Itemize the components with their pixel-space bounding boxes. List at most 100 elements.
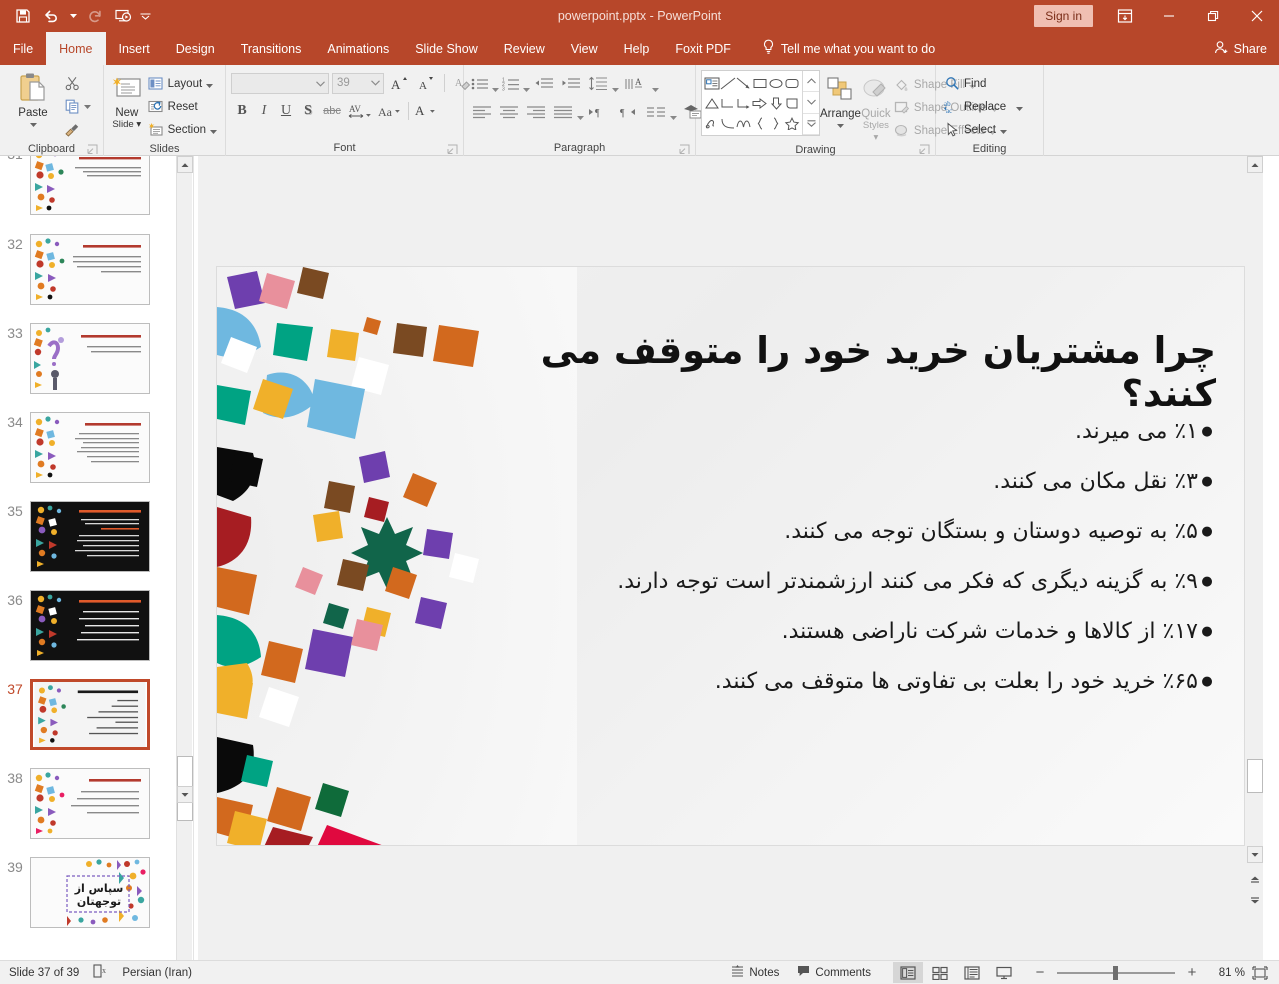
format-painter-button[interactable] bbox=[61, 118, 94, 141]
text-shadow-button[interactable]: S bbox=[297, 100, 319, 123]
thumbnail-slide-37[interactable] bbox=[30, 679, 150, 750]
thumbnail-slide-34[interactable] bbox=[30, 412, 150, 483]
thumbnail-pane-scrollbar[interactable] bbox=[176, 156, 192, 960]
zoom-slider[interactable] bbox=[1057, 972, 1175, 974]
select-button[interactable]: Select bbox=[941, 118, 1026, 141]
list-item[interactable]: 37 bbox=[0, 679, 176, 750]
slideshow-view-button[interactable] bbox=[989, 962, 1019, 983]
slide-bullet-1[interactable]: ● ٪۱ می میرند. bbox=[504, 417, 1216, 447]
sign-in-button[interactable]: Sign in bbox=[1034, 5, 1093, 27]
fit-slide-to-window-button[interactable] bbox=[1247, 966, 1273, 980]
list-item[interactable]: 38 bbox=[0, 768, 176, 839]
columns-button[interactable] bbox=[643, 100, 669, 123]
canvas-scroll-up-icon[interactable] bbox=[1247, 156, 1263, 173]
thumbnail-slide-33[interactable] bbox=[30, 323, 150, 394]
shape-arrow-icon[interactable] bbox=[736, 73, 752, 93]
slide-body-placeholder[interactable]: ● ٪۱ می میرند. ● ٪۳ نقل مکان می کنند. ● … bbox=[504, 417, 1216, 717]
shape-right-arrow-icon[interactable] bbox=[752, 93, 768, 113]
comments-button[interactable]: Comments bbox=[789, 962, 879, 984]
line-spacing-dropdown-icon[interactable] bbox=[612, 80, 619, 87]
slide-bullet-4[interactable]: ● ٪۹ به گزینه دیگری که فکر می کنند ارزشم… bbox=[504, 567, 1216, 597]
drawing-dialog-launcher[interactable] bbox=[919, 144, 930, 155]
reset-button[interactable]: Reset bbox=[145, 95, 220, 118]
numbering-button[interactable]: 123 bbox=[500, 72, 522, 95]
canvas-scrollbar[interactable] bbox=[1247, 156, 1263, 960]
list-item[interactable]: 39 سپاس از توجهت bbox=[0, 857, 176, 928]
slide-bullet-3[interactable]: ● ٪۵ به توصیه دوستان و بستگان توجه می کن… bbox=[504, 517, 1216, 547]
tab-transitions[interactable]: Transitions bbox=[228, 32, 315, 65]
normal-view-button[interactable] bbox=[893, 962, 923, 983]
paste-button[interactable]: Paste bbox=[5, 69, 61, 131]
thumbnail-slide-32[interactable] bbox=[30, 234, 150, 305]
list-item[interactable]: 34 bbox=[0, 412, 176, 483]
redo-icon[interactable] bbox=[82, 4, 108, 28]
clipboard-dialog-launcher[interactable] bbox=[87, 144, 98, 155]
undo-icon[interactable] bbox=[38, 4, 64, 28]
zoom-in-button[interactable]: + bbox=[1183, 964, 1201, 981]
thumbnail-slide-39[interactable]: سپاس از توجهتان bbox=[30, 857, 150, 928]
shape-flowchart-icon[interactable] bbox=[784, 93, 800, 113]
zoom-level[interactable]: 81 % bbox=[1203, 967, 1245, 979]
save-icon[interactable] bbox=[10, 4, 36, 28]
thumbnail-slide-35[interactable] bbox=[30, 501, 150, 572]
italic-button[interactable]: I bbox=[253, 100, 275, 123]
text-direction-dropdown-icon[interactable] bbox=[652, 80, 659, 87]
shape-down-arrow-icon[interactable] bbox=[768, 93, 784, 113]
slide-title-placeholder[interactable]: چرا مشتریان خرید خود را متوقف می کنند؟ bbox=[516, 329, 1216, 415]
strikethrough-button[interactable]: abc bbox=[319, 100, 345, 123]
list-item[interactable]: 33 bbox=[0, 323, 176, 394]
section-button[interactable]: Section bbox=[145, 118, 220, 141]
line-spacing-button[interactable] bbox=[585, 72, 611, 95]
shape-scribble-icon[interactable] bbox=[704, 113, 720, 133]
undo-dropdown-icon[interactable] bbox=[66, 4, 80, 28]
share-button[interactable]: Share bbox=[1214, 32, 1267, 65]
close-button[interactable] bbox=[1235, 0, 1279, 32]
shapes-gallery-scrollbar[interactable] bbox=[802, 71, 819, 135]
thumb-scroll-up-icon[interactable] bbox=[177, 156, 193, 173]
font-name-dropdown-icon[interactable] bbox=[316, 74, 325, 92]
increase-indent-button[interactable] bbox=[558, 72, 584, 95]
thumbnail-slide-36[interactable] bbox=[30, 590, 150, 661]
arrange-dropdown-icon[interactable] bbox=[837, 120, 844, 132]
layout-dropdown-icon[interactable] bbox=[206, 80, 213, 87]
thumbnail-slide-38[interactable] bbox=[30, 768, 150, 839]
justify-button[interactable] bbox=[550, 100, 576, 123]
shape-arc-icon[interactable] bbox=[736, 113, 752, 133]
shape-triangle-icon[interactable] bbox=[704, 93, 720, 113]
columns-dropdown-icon[interactable] bbox=[670, 108, 677, 115]
tab-help[interactable]: Help bbox=[611, 32, 663, 65]
select-dropdown-icon[interactable] bbox=[1000, 126, 1007, 133]
language-indicator[interactable]: Persian (Iran) bbox=[122, 967, 192, 979]
canvas-scrollbar-thumb[interactable] bbox=[1247, 759, 1263, 793]
arrange-button[interactable]: Arrange bbox=[820, 70, 861, 132]
start-slideshow-icon[interactable] bbox=[110, 4, 136, 28]
font-name-input[interactable] bbox=[231, 73, 329, 94]
align-right-button[interactable] bbox=[523, 100, 549, 123]
decrease-indent-button[interactable] bbox=[531, 72, 557, 95]
shape-elbow-arrow-icon[interactable] bbox=[736, 93, 752, 113]
shape-right-brace-icon[interactable] bbox=[768, 113, 784, 133]
tab-foxit-pdf[interactable]: Foxit PDF bbox=[662, 32, 744, 65]
tab-insert[interactable]: Insert bbox=[106, 32, 163, 65]
notes-button[interactable]: Notes bbox=[723, 962, 787, 984]
tell-me-search[interactable]: Tell me what you want to do bbox=[762, 32, 935, 65]
shape-textbox-icon[interactable] bbox=[704, 73, 720, 93]
gallery-scroll-up-icon[interactable] bbox=[803, 71, 819, 92]
bullets-button[interactable] bbox=[469, 72, 491, 95]
accessibility-icon[interactable]: x bbox=[93, 964, 108, 981]
gallery-scroll-down-icon[interactable] bbox=[803, 92, 819, 113]
list-item[interactable]: 35 bbox=[0, 501, 176, 572]
shape-left-brace-icon[interactable] bbox=[752, 113, 768, 133]
shape-line-icon[interactable] bbox=[720, 73, 736, 93]
canvas-scroll-down-icon[interactable] bbox=[1247, 846, 1263, 863]
tab-review[interactable]: Review bbox=[491, 32, 558, 65]
slide-thumbnail-pane[interactable]: 31 bbox=[0, 156, 176, 960]
numbering-dropdown-icon[interactable] bbox=[523, 80, 530, 87]
slide-editing-surface[interactable]: چرا مشتریان خرید خود را متوقف می کنند؟ ●… bbox=[216, 266, 1245, 846]
bullets-dropdown-icon[interactable] bbox=[492, 80, 499, 87]
slide-sorter-view-button[interactable] bbox=[925, 962, 955, 983]
underline-button[interactable]: U bbox=[275, 100, 297, 123]
shape-star-icon[interactable] bbox=[784, 113, 800, 133]
shape-oval-icon[interactable] bbox=[768, 73, 784, 93]
copy-dropdown-icon[interactable] bbox=[84, 101, 91, 113]
